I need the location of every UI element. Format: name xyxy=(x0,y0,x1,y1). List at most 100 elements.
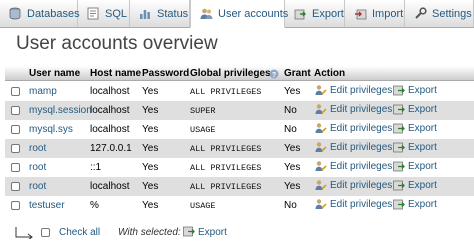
row-checkbox[interactable] xyxy=(11,144,20,153)
grant-cell: Yes xyxy=(284,86,301,97)
import-icon xyxy=(353,7,367,21)
table-row: mysql.session localhost Yes SUPER No Edi… xyxy=(5,101,474,120)
edit-privileges-link[interactable]: Edit privileges xyxy=(315,122,392,134)
table-header: User name Host name Password Global priv… xyxy=(5,66,474,81)
privileges-cell: ALL PRIVILEGES xyxy=(190,144,262,154)
edit-privileges-link[interactable]: Edit privileges xyxy=(315,198,392,210)
grant-cell: Yes xyxy=(284,143,301,154)
user-name-cell: root xyxy=(29,162,47,173)
edit-privileges-link[interactable]: Edit privileges xyxy=(315,141,392,153)
export-link[interactable]: Export xyxy=(393,179,437,191)
privileges-cell: ALL PRIVILEGES xyxy=(190,163,262,173)
tab-label: SQL xyxy=(105,7,128,20)
password-cell: Yes xyxy=(142,162,159,173)
tab-databases[interactable]: Databases xyxy=(0,0,80,27)
table-row: mamp localhost Yes ALL PRIVILEGES Yes Ed… xyxy=(5,82,474,101)
settings-icon xyxy=(413,7,427,21)
export-icon xyxy=(393,198,405,210)
export-link[interactable]: Export xyxy=(393,84,437,96)
header-user-name[interactable]: User name xyxy=(29,68,80,79)
row-checkbox[interactable] xyxy=(11,182,20,191)
tab-export[interactable]: Export xyxy=(285,0,345,27)
table-row: root localhost Yes ALL PRIVILEGES Yes Ed… xyxy=(5,177,474,196)
grant-cell: No xyxy=(284,200,297,211)
row-checkbox[interactable] xyxy=(11,163,20,172)
check-all-checkbox[interactable] xyxy=(41,228,50,237)
password-cell: Yes xyxy=(142,105,159,116)
export-link[interactable]: Export xyxy=(393,122,437,134)
host-name-cell: localhost xyxy=(90,86,130,97)
row-checkbox[interactable] xyxy=(11,106,20,115)
edit-privileges-link[interactable]: Edit privileges xyxy=(315,103,392,115)
edit-privileges-label: Edit privileges xyxy=(330,84,393,96)
export-selected-button[interactable]: Export xyxy=(183,225,227,240)
host-name-cell: % xyxy=(90,200,99,211)
export-icon xyxy=(393,84,405,96)
export-icon xyxy=(393,160,405,172)
export-label: Export xyxy=(408,122,437,134)
export-icon xyxy=(293,7,307,21)
database-icon xyxy=(8,7,22,21)
tab-sql[interactable]: SQL xyxy=(78,0,130,27)
row-checkbox[interactable] xyxy=(11,87,20,96)
export-label: Export xyxy=(408,198,437,210)
help-icon[interactable]: ? xyxy=(269,69,279,82)
host-name-cell: ::1 xyxy=(90,162,102,173)
export-link[interactable]: Export xyxy=(393,103,437,115)
edit-privileges-link[interactable]: Edit privileges xyxy=(315,160,392,172)
password-cell: Yes xyxy=(142,86,159,97)
user-name-cell: testuser xyxy=(29,200,65,211)
bulk-actions-bar: Check all With selected: Export xyxy=(0,222,474,244)
edit-privileges-icon xyxy=(315,141,327,153)
export-link[interactable]: Export xyxy=(393,198,437,210)
password-cell: Yes xyxy=(142,181,159,192)
grant-cell: Yes xyxy=(284,162,301,173)
host-name-cell: localhost xyxy=(90,124,130,135)
export-link[interactable]: Export xyxy=(393,160,437,172)
table-row: root 127.0.0.1 Yes ALL PRIVILEGES Yes Ed… xyxy=(5,139,474,158)
edit-privileges-link[interactable]: Edit privileges xyxy=(315,84,392,96)
edit-privileges-icon xyxy=(315,198,327,210)
row-checkbox[interactable] xyxy=(11,201,20,210)
export-icon xyxy=(183,225,195,240)
users-icon xyxy=(199,7,213,21)
export-link[interactable]: Export xyxy=(393,141,437,153)
header-global-privileges: Global privileges xyxy=(190,68,271,79)
export-selected-label: Export xyxy=(198,227,227,238)
export-label: Export xyxy=(408,84,437,96)
edit-privileges-label: Edit privileges xyxy=(330,198,393,210)
host-name-cell: localhost xyxy=(90,181,130,192)
row-checkbox[interactable] xyxy=(11,125,20,134)
privileges-cell: ALL PRIVILEGES xyxy=(190,182,262,192)
header-password[interactable]: Password xyxy=(142,68,189,79)
edit-privileges-link[interactable]: Edit privileges xyxy=(315,179,392,191)
privileges-cell: USAGE xyxy=(190,201,216,211)
privileges-cell: ALL PRIVILEGES xyxy=(190,87,262,97)
top-menu-tabs: Databases SQL Status User accounts Expor… xyxy=(0,0,474,28)
export-icon xyxy=(393,179,405,191)
edit-privileges-icon xyxy=(315,103,327,115)
edit-privileges-label: Edit privileges xyxy=(330,103,393,115)
tab-user-accounts[interactable]: User accounts xyxy=(190,0,289,28)
tab-settings[interactable]: Settings xyxy=(405,0,474,27)
tab-import[interactable]: Import xyxy=(345,0,405,27)
export-icon xyxy=(393,141,405,153)
edit-privileges-icon xyxy=(315,179,327,191)
tab-label: Status xyxy=(157,7,189,20)
edit-privileges-label: Edit privileges xyxy=(330,160,393,172)
page-title: User accounts overview xyxy=(16,33,218,54)
tab-status[interactable]: Status xyxy=(130,0,190,27)
tab-label: Export xyxy=(312,7,344,20)
table-row: mysql.sys localhost Yes USAGE No Edit pr… xyxy=(5,120,474,139)
edit-privileges-label: Edit privileges xyxy=(330,122,393,134)
edit-privileges-icon xyxy=(315,84,327,96)
header-host-name[interactable]: Host name xyxy=(90,68,141,79)
tab-label: User accounts xyxy=(218,7,289,20)
grant-cell: No xyxy=(284,124,297,135)
export-label: Export xyxy=(408,160,437,172)
user-name-cell: mysql.sys xyxy=(29,124,73,135)
table-row: testuser % Yes USAGE No Edit privileges … xyxy=(5,196,474,215)
user-name-cell: root xyxy=(29,143,47,154)
check-all-label[interactable]: Check all xyxy=(59,227,100,238)
tab-label: Import xyxy=(372,7,404,20)
